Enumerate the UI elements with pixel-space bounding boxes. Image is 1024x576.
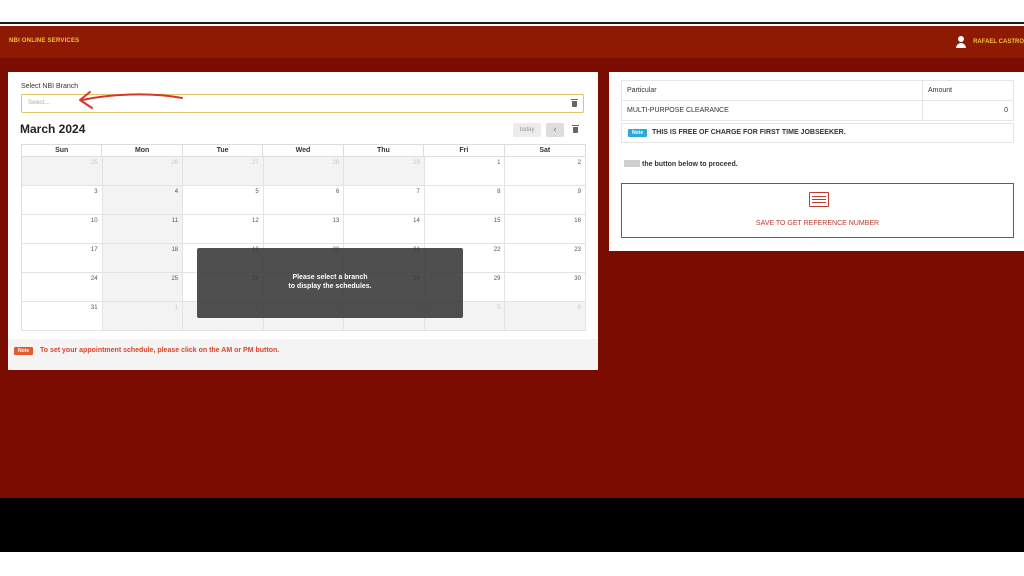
calendar-day: 29 [344, 157, 425, 186]
weekday-wed: Wed [263, 145, 344, 156]
brand-title[interactable]: NBI ONLINE SERVICES [9, 38, 79, 44]
calendar-day: 15 [424, 215, 506, 244]
calendar-day: 25 [102, 273, 184, 302]
weekday-mon: Mon [102, 145, 183, 156]
calendar-day: 4 [102, 186, 184, 215]
calendar-day: 3 [22, 186, 103, 215]
calendar-day: 13 [263, 215, 345, 244]
payment-panel: Particular Amount MULTI-PURPOSE CLEARANC… [609, 72, 1024, 251]
proceed-instruction: the button below to proceed. [624, 160, 738, 168]
calendar-day: 16 [505, 215, 586, 244]
appointment-note: Note To set your appointment schedule, p… [8, 339, 598, 370]
calendar-day: 1 [102, 302, 184, 331]
weekday-sun: Sun [22, 145, 103, 156]
calendar-day: 6 [263, 186, 345, 215]
calendar-day: 7 [344, 186, 425, 215]
user-name[interactable]: RAFAEL CASTRO [973, 39, 1024, 45]
overlay-message-line2: to display the schedules. [288, 283, 372, 290]
proceed-text: the button below to proceed. [642, 161, 738, 168]
save-button-label: SAVE TO GET REFERENCE NUMBER [755, 220, 880, 227]
save-reference-button[interactable]: SAVE TO GET REFERENCE NUMBER [621, 183, 1014, 238]
weekday-sat: Sat [539, 147, 551, 154]
prev-month-button[interactable]: ‹ [546, 123, 564, 137]
calendar-day: 8 [424, 186, 506, 215]
calendar-day: 10 [22, 215, 103, 244]
calendar-day: 26 [102, 157, 184, 186]
calendar-day: 11 [102, 215, 184, 244]
redacted-text [624, 160, 640, 167]
header-bar: NBI ONLINE SERVICES RAFAEL CASTRO [0, 26, 1024, 58]
calendar-clear-icon[interactable] [572, 125, 579, 133]
card-icon [809, 192, 829, 207]
bottom-black-bar [0, 498, 1024, 552]
calendar-day: 25 [22, 157, 103, 186]
calendar-day: 27 [183, 157, 264, 186]
weekday-header: Sun Mon Tue Wed Thu Fri Sat [21, 144, 586, 156]
branch-select-placeholder: Select... [28, 100, 50, 106]
appointment-note-text: To set your appointment schedule, please… [40, 347, 280, 354]
note-badge: Note [14, 347, 34, 355]
user-icon [956, 36, 967, 48]
calendar-day: 2 [505, 157, 586, 186]
column-particular: Particular [621, 80, 923, 101]
red-arrow-icon [79, 91, 183, 109]
calendar-grid: Sun Mon Tue Wed Thu Fri Sat 25 26 27 28 … [21, 144, 586, 331]
user-menu[interactable]: RAFAEL CASTRO [956, 36, 1024, 48]
amount-cell: 0 [922, 100, 1014, 121]
table-row: MULTI-PURPOSE CLEARANCE 0 [621, 100, 1014, 121]
table-header-row: Particular Amount [621, 80, 1014, 101]
schedule-overlay: Please select a branch to display the sc… [197, 248, 463, 318]
app-window: NBI ONLINE SERVICES RAFAEL CASTRO Select… [0, 26, 1024, 498]
note-badge: Note [628, 129, 648, 137]
calendar-day: 1 [424, 157, 506, 186]
calendar-day: 18 [102, 244, 184, 273]
calendar-day: 17 [22, 244, 103, 273]
weekday-fri: Fri [424, 145, 505, 156]
overlay-message-line1: Please select a branch [292, 274, 368, 281]
particular-cell: MULTI-PURPOSE CLEARANCE [621, 100, 923, 121]
weekday-thu: Thu [344, 145, 425, 156]
top-strip [0, 0, 1024, 24]
column-amount: Amount [922, 80, 1014, 101]
calendar-day: 28 [263, 157, 345, 186]
clear-selection-icon[interactable] [571, 99, 578, 107]
calendar-day: 9 [505, 186, 586, 215]
calendar-day: 14 [344, 215, 425, 244]
calendar-day: 31 [22, 302, 103, 331]
calendar-day: 5 [183, 186, 264, 215]
weekday-tue: Tue [183, 145, 264, 156]
calendar-title: March 2024 [20, 122, 86, 136]
calendar-day: 6 [505, 302, 586, 331]
calendar-day: 23 [505, 244, 586, 273]
schedule-panel: Select NBI Branch Select... March 2024 t… [8, 72, 598, 370]
payment-table: Particular Amount MULTI-PURPOSE CLEARANC… [621, 80, 1014, 121]
bottom-strip [0, 552, 1024, 576]
free-notice: Note THIS IS FREE OF CHARGE FOR FIRST TI… [621, 123, 1014, 143]
calendar-day: 30 [505, 273, 586, 302]
free-notice-text: THIS IS FREE OF CHARGE FOR FIRST TIME JO… [652, 129, 846, 136]
calendar-day: 24 [22, 273, 103, 302]
today-button[interactable]: today [513, 123, 541, 137]
calendar-day: 12 [183, 215, 264, 244]
